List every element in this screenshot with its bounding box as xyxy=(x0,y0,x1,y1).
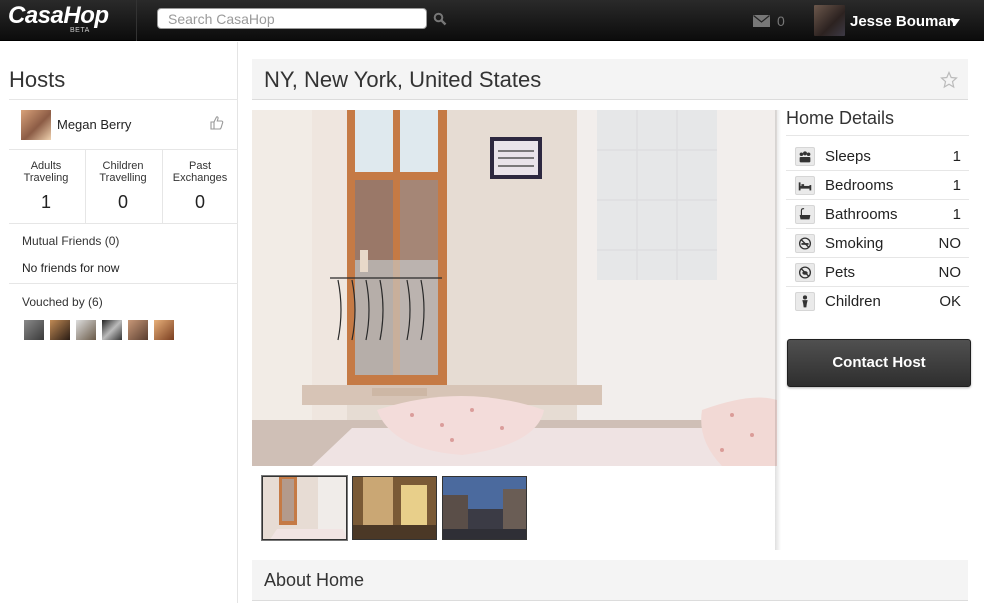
detail-row-children: Children OK xyxy=(786,287,969,316)
page-title: NY, New York, United States xyxy=(264,67,542,92)
detail-row-sleeps: Sleeps 1 xyxy=(786,142,969,171)
mail-icon[interactable] xyxy=(753,15,770,27)
beta-label: BETA xyxy=(70,27,90,34)
chevron-down-icon[interactable] xyxy=(950,19,960,26)
mutual-friends-label: Mutual Friends (0) xyxy=(22,234,120,248)
host-name[interactable]: Megan Berry xyxy=(57,117,131,132)
divider xyxy=(9,99,238,100)
voucher-avatar[interactable] xyxy=(76,320,96,340)
detail-row-bathrooms: Bathrooms 1 xyxy=(786,200,969,229)
divider xyxy=(9,283,238,284)
voucher-avatar[interactable] xyxy=(154,320,174,340)
user-menu-name[interactable]: Jesse Bouman xyxy=(850,13,956,30)
photo-thumbnail[interactable] xyxy=(261,475,348,541)
stat-past-exchanges: Past Exchanges 0 xyxy=(162,150,238,223)
detail-label: Smoking xyxy=(825,235,884,252)
vouched-by-label: Vouched by (6) xyxy=(22,295,103,309)
divider xyxy=(786,135,969,136)
user-avatar[interactable] xyxy=(814,5,845,36)
voucher-avatar[interactable] xyxy=(102,320,122,340)
top-navigation-bar: CasaHop BETA 0 Jesse Bouman xyxy=(0,0,984,41)
detail-label: Bedrooms xyxy=(825,177,894,194)
photo-thumbnail[interactable] xyxy=(352,476,437,540)
logo-text[interactable]: CasaHop xyxy=(8,2,109,30)
search-input[interactable] xyxy=(157,8,427,29)
stat-value: 0 xyxy=(117,192,128,212)
thumbnail-image xyxy=(353,477,436,539)
thumbs-up-icon[interactable] xyxy=(208,115,224,131)
photo-thumbnail[interactable] xyxy=(442,476,527,540)
no-pets-icon xyxy=(795,263,815,282)
main-photo[interactable] xyxy=(252,110,777,466)
stat-label: Adults Traveling xyxy=(23,160,69,184)
about-home-header: About Home xyxy=(252,560,968,601)
logo[interactable]: CasaHop BETA xyxy=(0,0,137,41)
about-home-title: About Home xyxy=(264,570,365,590)
detail-row-smoking: Smoking NO xyxy=(786,229,969,258)
stat-value: 1 xyxy=(40,192,51,212)
thumbnail-image xyxy=(263,477,346,539)
detail-row-pets: Pets NO xyxy=(786,258,969,287)
bedroom-photo xyxy=(252,110,777,466)
hosts-panel: Hosts Megan Berry Adults Traveling 1 Chi… xyxy=(0,42,238,603)
detail-label: Pets xyxy=(825,264,856,281)
bathtub-icon xyxy=(795,205,815,224)
thumbnail-image xyxy=(443,477,526,539)
search-icon[interactable] xyxy=(433,12,447,26)
detail-value: 1 xyxy=(952,206,961,223)
detail-label: Bathrooms xyxy=(825,206,898,223)
stat-adults-traveling: Adults Traveling 1 xyxy=(8,150,84,223)
photo-shadow xyxy=(775,110,781,550)
mutual-friends-empty: No friends for now xyxy=(22,261,120,275)
no-smoking-icon xyxy=(795,234,815,253)
stat-value: 0 xyxy=(194,192,205,212)
people-icon xyxy=(795,147,815,166)
divider xyxy=(9,223,238,224)
detail-value: OK xyxy=(939,293,961,310)
home-details-title: Home Details xyxy=(786,108,895,128)
location-header: NY, New York, United States xyxy=(252,59,968,100)
hosts-title: Hosts xyxy=(9,67,66,92)
detail-row-bedrooms: Bedrooms 1 xyxy=(786,171,969,200)
voucher-avatar[interactable] xyxy=(24,320,44,340)
detail-value: 1 xyxy=(952,148,961,165)
detail-label: Children xyxy=(825,293,881,310)
host-avatar[interactable] xyxy=(21,110,51,140)
detail-value: 1 xyxy=(952,177,961,194)
voucher-avatar[interactable] xyxy=(50,320,70,340)
child-icon xyxy=(795,292,815,311)
detail-value: NO xyxy=(938,235,962,252)
bed-icon xyxy=(795,176,815,195)
detail-value: NO xyxy=(938,264,962,281)
voucher-avatar[interactable] xyxy=(128,320,148,340)
contact-host-button[interactable]: Contact Host xyxy=(787,339,971,387)
mail-count: 0 xyxy=(777,13,785,29)
star-icon[interactable] xyxy=(940,71,958,89)
detail-label: Sleeps xyxy=(825,148,871,165)
stat-label: Past Exchanges xyxy=(172,160,228,184)
stat-label: Children Travelling xyxy=(99,160,147,184)
stat-children-travelling: Children Travelling 0 xyxy=(85,150,161,223)
